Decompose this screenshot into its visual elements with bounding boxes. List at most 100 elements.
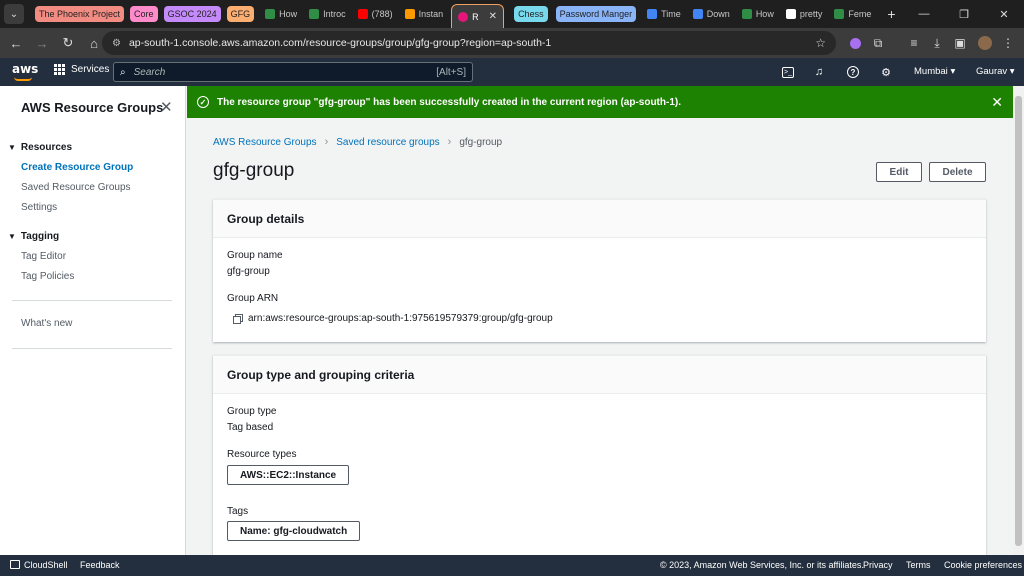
- side-panel-icon[interactable]: ▣: [950, 33, 970, 53]
- site-info-icon[interactable]: ⚙: [112, 38, 121, 49]
- aws-logo[interactable]: aws: [12, 62, 38, 81]
- group-arn: arn:aws:resource-groups:ap-south-1:97561…: [233, 313, 553, 324]
- console-footer: CloudShell Feedback © 2023, Amazon Web S…: [0, 555, 1024, 576]
- tab-label: Instan: [418, 9, 444, 19]
- copy-icon[interactable]: [233, 314, 243, 324]
- settings-gear-icon[interactable]: ⚙: [878, 64, 894, 80]
- extensions-puzzle-icon[interactable]: ⧉: [868, 33, 888, 53]
- tab-group-chess[interactable]: Chess: [514, 6, 548, 22]
- region-selector[interactable]: Mumbai ▾: [914, 66, 955, 77]
- caret-down-icon: ▼: [8, 232, 16, 241]
- browser-tab[interactable]: Introc: [303, 0, 352, 28]
- tab-group-chip[interactable]: GFG: [226, 6, 255, 22]
- forward-arrow-icon[interactable]: →: [30, 31, 54, 55]
- feedback-link[interactable]: Feedback: [80, 560, 120, 570]
- profile-avatar[interactable]: [975, 33, 995, 53]
- tab-label: R: [472, 11, 479, 22]
- terms-link[interactable]: Terms: [906, 560, 931, 570]
- resource-groups-favicon-icon: [458, 11, 469, 22]
- browser-tab[interactable]: (788): [352, 0, 399, 28]
- breadcrumb: AWS Resource Groups › Saved resource gro…: [213, 136, 502, 148]
- tab-search-chevron-icon[interactable]: ⌄: [4, 4, 24, 24]
- tab-favicon-icon: [785, 9, 796, 19]
- close-tab-icon[interactable]: ✕: [489, 11, 497, 22]
- delete-button[interactable]: Delete: [929, 162, 986, 182]
- restore-window-button[interactable]: ❐: [944, 0, 984, 28]
- services-label: Services: [71, 64, 110, 75]
- new-tab-button[interactable]: +: [879, 6, 903, 22]
- browser-tab[interactable]: Down: [687, 0, 736, 28]
- tab-favicon-icon: [647, 9, 658, 19]
- dismiss-flash-icon[interactable]: ✕: [991, 94, 1003, 111]
- cookie-preferences-link[interactable]: Cookie preferences: [944, 560, 1022, 570]
- tab-label: Time: [661, 9, 681, 19]
- success-flash-banner: ✓ The resource group "gfg-group" has bee…: [187, 86, 1013, 118]
- address-bar[interactable]: ⚙ ap-south-1.console.aws.amazon.com/reso…: [102, 31, 836, 55]
- browser-tab[interactable]: How: [259, 0, 303, 28]
- notifications-bell-icon[interactable]: ♫: [811, 64, 827, 80]
- account-menu[interactable]: Gaurav ▾: [976, 66, 1015, 77]
- browser-toolbar: ← → ↻ ⌂ ⚙ ap-south-1.console.aws.amazon.…: [0, 28, 1024, 58]
- group-type-value: Tag based: [227, 422, 274, 433]
- tab-label: Introc: [323, 9, 346, 19]
- tab-active-resource-groups[interactable]: R ✕: [451, 4, 505, 28]
- sidebar-item-create-resource-group[interactable]: Create Resource Group: [21, 162, 133, 173]
- cloudshell-icon[interactable]: >_: [780, 64, 796, 80]
- browser-tab[interactable]: Time: [641, 0, 687, 28]
- tab-favicon-icon: [265, 9, 276, 19]
- extension-circle-icon[interactable]: [845, 33, 865, 53]
- back-arrow-icon[interactable]: ←: [4, 31, 28, 55]
- sidebar-item-whats-new[interactable]: What's new: [21, 318, 72, 329]
- page-scrollbar[interactable]: [1013, 86, 1024, 555]
- copyright-text: © 2023, Amazon Web Services, Inc. or its…: [660, 560, 864, 570]
- privacy-link[interactable]: Privacy: [863, 560, 893, 570]
- tab-group-chip[interactable]: The Phoenix Project: [35, 6, 125, 22]
- browser-tab[interactable]: Feme: [828, 0, 877, 28]
- bookmark-star-icon[interactable]: ☆: [815, 36, 826, 50]
- sidebar-divider: [12, 300, 172, 301]
- breadcrumb-current: gfg-group: [459, 136, 503, 148]
- breadcrumb-aws-resource-groups[interactable]: AWS Resource Groups: [213, 137, 317, 148]
- minimize-window-button[interactable]: —: [904, 0, 944, 28]
- browser-tab[interactable]: Instan: [399, 0, 450, 28]
- reload-icon[interactable]: ↻: [56, 31, 80, 55]
- flash-message: The resource group "gfg-group" has been …: [217, 96, 681, 108]
- chevron-down-icon: ▾: [950, 66, 956, 77]
- sidebar-item-saved-resource-groups[interactable]: Saved Resource Groups: [21, 182, 131, 193]
- caret-down-icon: ▼: [8, 143, 16, 152]
- group-details-panel: Group details Group name gfg-group Group…: [213, 199, 986, 342]
- tab-group-chip[interactable]: Core: [130, 6, 158, 22]
- tab-label: How: [755, 9, 774, 19]
- success-check-icon: ✓: [197, 96, 209, 108]
- browser-menu-icon[interactable]: ⋮: [998, 33, 1018, 53]
- media-queue-icon[interactable]: ≡: [904, 33, 924, 53]
- browser-tab[interactable]: How: [736, 0, 780, 28]
- group-name-label: Group name: [227, 250, 283, 261]
- chevron-right-icon: ›: [447, 136, 452, 148]
- tab-favicon-icon: [741, 9, 752, 19]
- sidebar-item-tag-editor[interactable]: Tag Editor: [21, 251, 66, 262]
- breadcrumb-saved-resource-groups[interactable]: Saved resource groups: [336, 137, 439, 148]
- sidebar-section-resources[interactable]: ▼ Resources: [8, 142, 72, 153]
- browser-tab-bar: ⌄ The Phoenix Project Core GSOC 2024 GFG Ho…: [0, 0, 1024, 28]
- services-menu-button[interactable]: Services: [54, 64, 109, 75]
- browser-tab[interactable]: pretty: [780, 0, 829, 28]
- sidebar-item-settings[interactable]: Settings: [21, 202, 57, 213]
- edit-button[interactable]: Edit: [876, 162, 922, 182]
- tab-group-chip[interactable]: GSOC 2024: [163, 6, 221, 22]
- download-icon[interactable]: ⤓: [927, 33, 947, 53]
- close-window-button[interactable]: ✕: [984, 0, 1024, 28]
- tab-group-password-manger[interactable]: Password Manger: [555, 6, 637, 22]
- cloudshell-button[interactable]: CloudShell: [10, 560, 68, 570]
- sidebar-section-tagging[interactable]: ▼ Tagging: [8, 231, 59, 242]
- close-sidebar-icon[interactable]: ✕: [160, 98, 173, 116]
- tags-label: Tags: [227, 506, 249, 517]
- url-text: ap-south-1.console.aws.amazon.com/resour…: [128, 37, 552, 49]
- sidebar-item-tag-policies[interactable]: Tag Policies: [21, 271, 74, 282]
- grouping-criteria-panel: Group type and grouping criteria Group t…: [213, 355, 986, 555]
- cloudshell-icon: [10, 560, 20, 569]
- help-icon[interactable]: ?: [845, 64, 861, 80]
- resource-type-token: AWS::EC2::Instance: [227, 465, 350, 485]
- aws-search-input[interactable]: ⌕ Search [Alt+S]: [113, 62, 473, 82]
- tab-favicon-icon: [692, 9, 703, 19]
